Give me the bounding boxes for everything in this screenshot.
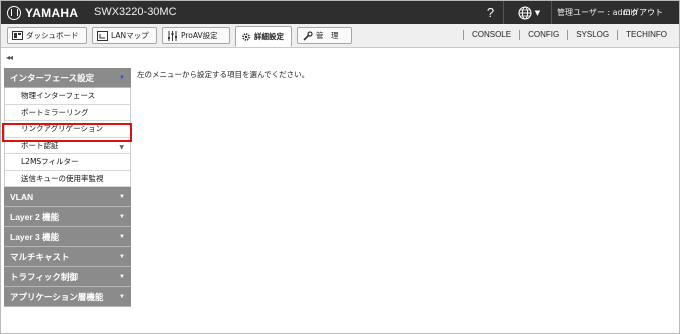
chevron-down-icon: ▼ (119, 294, 125, 300)
tab-label: 詳細設定 (254, 32, 284, 41)
sidebar-item-physical-interface[interactable]: 物理インターフェース (4, 88, 131, 105)
chevron-down-icon: ▼ (119, 274, 125, 280)
sidebar-section-traffic-control[interactable]: トラフィック制御 ▼ (4, 267, 131, 287)
tab-proav[interactable]: ProAV設定 (162, 27, 230, 44)
chevron-down-icon: ▼ (119, 194, 125, 200)
sliders-icon (167, 30, 178, 41)
sidebar-item-l2ms-filter[interactable]: L2MSフィルター (4, 154, 131, 171)
tab-label: ダッシュボード (26, 31, 79, 40)
yamaha-logo: YAMAHA (7, 5, 78, 20)
sidebar-section-layer3[interactable]: Layer 3 機能 ▼ (4, 227, 131, 247)
top-bar: YAMAHA SWX3220-30MC ? ▼ 管理ユーザー : admin ロ… (1, 1, 679, 24)
sidebar-section-interface[interactable]: インターフェース設定 ▼ (4, 68, 131, 88)
sidebar-section-layer2[interactable]: Layer 2 機能 ▼ (4, 207, 131, 227)
help-button[interactable]: ? (478, 1, 504, 24)
yamaha-emblem-icon (7, 5, 21, 20)
chevron-down-icon: ▼ (119, 75, 125, 81)
header-divider (551, 1, 552, 24)
sidebar-section-application[interactable]: アプリケーション層機能 ▼ (4, 287, 131, 307)
logout-link[interactable]: ログアウト (623, 7, 663, 18)
lanmap-icon (97, 30, 108, 41)
main-instruction: 左のメニューから設定する項目を選んでください。 (137, 70, 310, 79)
brand-name: YAMAHA (25, 5, 79, 20)
section-label: インターフェース設定 (10, 72, 95, 83)
tab-dashboard[interactable]: ダッシュボード (7, 27, 87, 44)
sidebar-item-port-mirroring[interactable]: ポートミラーリング (4, 104, 131, 121)
chevron-down-icon: ▼ (119, 254, 125, 260)
link-aggregation-highlight (2, 123, 132, 142)
tab-label: ProAV設定 (181, 31, 218, 40)
techinfo-link[interactable]: TECHINFO (617, 30, 675, 40)
console-link[interactable]: CONSOLE (462, 30, 519, 40)
sidebar: インターフェース設定 ▼ 物理インターフェース ポートミラーリング リンクアグリ… (4, 68, 131, 307)
model-name: SWX3220-30MC (94, 6, 177, 18)
sidebar-section-vlan[interactable]: VLAN ▼ (4, 187, 131, 207)
gear-icon (240, 32, 251, 42)
dashboard-icon (12, 31, 23, 41)
globe-icon (518, 5, 532, 20)
chevron-down-icon: ▼ (534, 8, 541, 17)
chevron-down-icon: ▼ (119, 143, 124, 151)
chevron-down-icon: ▼ (119, 234, 125, 240)
chevron-down-icon: ▼ (119, 214, 125, 220)
wrench-icon (302, 30, 313, 41)
tab-label: 管 理 (316, 31, 339, 40)
tab-management[interactable]: 管 理 (297, 27, 352, 44)
sidebar-item-queue-monitoring[interactable]: 送信キューの使用率監視 (4, 170, 131, 187)
utility-links: CONSOLE CONFIG SYSLOG TECHINFO (462, 30, 675, 40)
language-menu[interactable]: ▼ (511, 3, 547, 22)
tab-label: LANマップ (111, 31, 149, 40)
config-link[interactable]: CONFIG (519, 30, 567, 40)
syslog-link[interactable]: SYSLOG (567, 30, 617, 40)
main-nav: ダッシュボード LANマップ ProAV設定 詳細設定 管 理 CONSOLE … (1, 24, 679, 48)
tab-lanmap[interactable]: LANマップ (92, 27, 157, 44)
collapse-sidebar-button[interactable]: ◂◂ (6, 53, 13, 62)
tab-advanced-settings[interactable]: 詳細設定 (235, 26, 292, 47)
sidebar-section-multicast[interactable]: マルチキャスト ▼ (4, 247, 131, 267)
